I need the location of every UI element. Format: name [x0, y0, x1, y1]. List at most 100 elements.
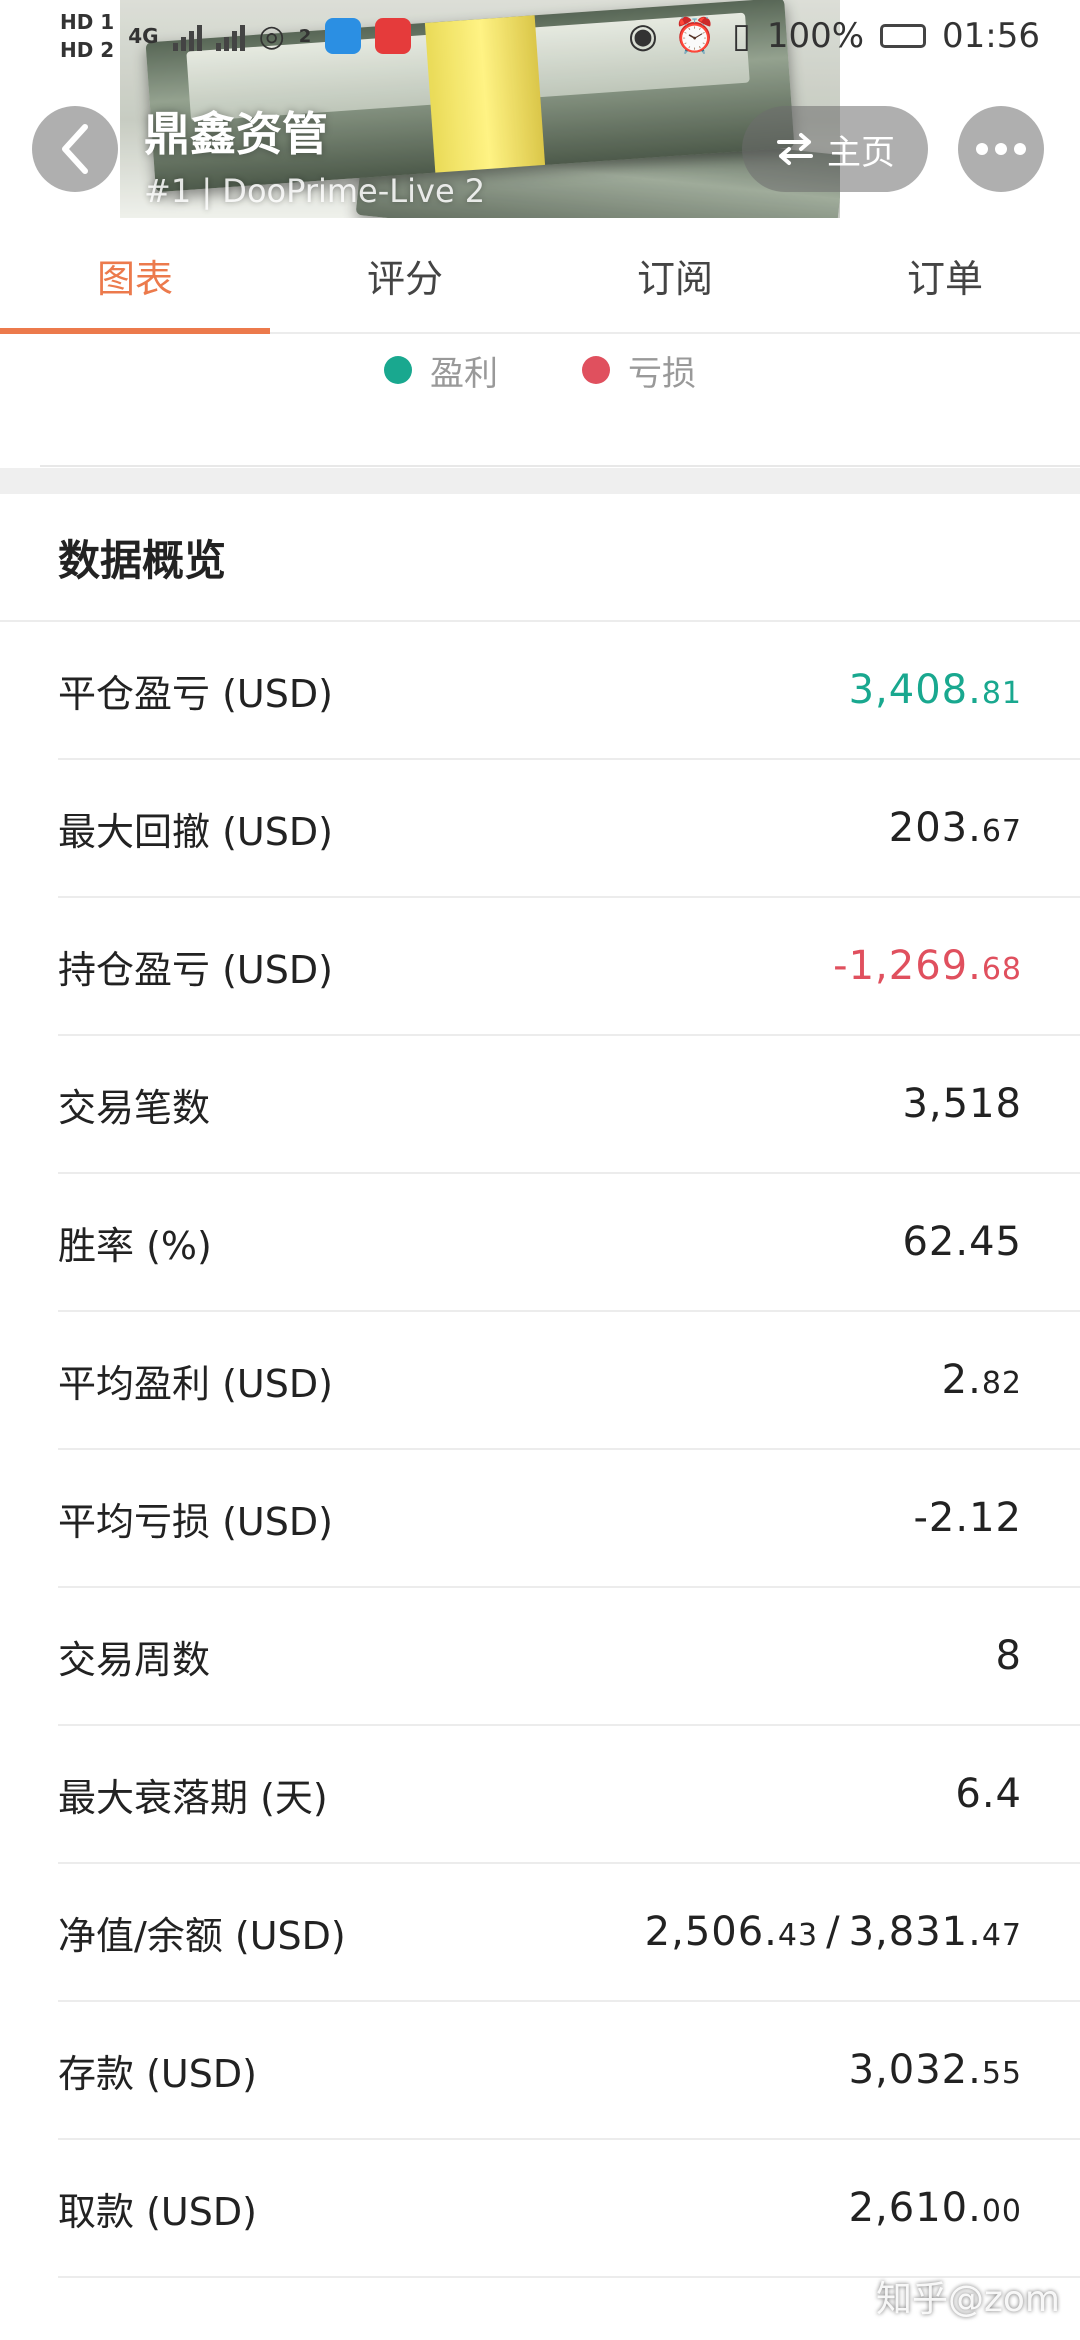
- signal-icon: [172, 21, 202, 51]
- overview-row: 交易周数 8: [58, 1588, 1080, 1726]
- swap-icon: [777, 133, 813, 165]
- overview-row-value: 2.82: [942, 1357, 1022, 1403]
- account-subtitle: #1 | DooPrime-Live 2: [144, 172, 486, 210]
- overview-row-value: 2,506.43/3,831.47: [645, 1909, 1022, 1955]
- overview-title: 数据概览: [0, 494, 1080, 622]
- overview-row-label: 平均亏损 (USD): [58, 1499, 333, 1544]
- value-integer: 2,610.: [848, 2185, 982, 2231]
- value-integer: 2,506.: [644, 1909, 778, 1955]
- value-integer: 203.: [888, 805, 982, 851]
- value-decimal: 55: [981, 2056, 1022, 2091]
- overview-row-label: 持仓盈亏 (USD): [58, 947, 333, 992]
- overview-row-value: 3,408.81: [849, 667, 1022, 713]
- network-label: 4G: [128, 24, 159, 48]
- value-integer: 8: [995, 1633, 1022, 1679]
- overview-row-label: 净值/余额 (USD): [58, 1913, 346, 1958]
- hotspot-count: 2: [298, 25, 312, 47]
- value-decimal: 67: [981, 814, 1022, 849]
- overview-row: 净值/余额 (USD) 2,506.43/3,831.47: [58, 1864, 1080, 2002]
- overview-row-label: 交易周数: [58, 1637, 211, 1682]
- back-button[interactable]: [32, 106, 118, 192]
- value-integer: -2.12: [913, 1495, 1022, 1541]
- page: HD 1 HD 2 4G ◎ 2 ◉ ⏰ ▯ 100% 01:56 鼎鑫资管 #…: [0, 0, 1080, 2340]
- section-gap: [0, 468, 1080, 494]
- overview-row: 平均亏损 (USD) -2.12: [58, 1450, 1080, 1588]
- value-decimal: 82: [981, 1366, 1022, 1401]
- value-integer: 62.45: [902, 1219, 1022, 1265]
- page-title: 鼎鑫资管: [144, 107, 328, 161]
- overview-row-value: 8: [996, 1633, 1022, 1679]
- overview-row-label: 胜率 (%): [58, 1223, 212, 1268]
- overview-row: 平均盈利 (USD) 2.82: [58, 1312, 1080, 1450]
- loss-dot: [582, 356, 610, 384]
- clock: 01:56: [942, 16, 1040, 56]
- alarm-icon: ⏰: [673, 16, 717, 56]
- tab-orders[interactable]: 订单: [810, 218, 1080, 332]
- overview-list: 平仓盈亏 (USD) 3,408.81 最大回撤 (USD) 203.67 持仓盈亏 (…: [0, 622, 1080, 2278]
- home-label: 主页: [827, 132, 895, 173]
- value-decimal: 47: [981, 1918, 1022, 1953]
- overview-row: 交易笔数 3,518: [58, 1036, 1080, 1174]
- hotspot-icon: ◎: [258, 18, 285, 54]
- tab-chart[interactable]: 图表: [0, 218, 270, 334]
- more-dot: [976, 143, 988, 155]
- value-integer: -1,269.: [833, 943, 982, 989]
- overview-row-label: 平仓盈亏 (USD): [58, 671, 333, 716]
- value-separator: /: [826, 1909, 841, 1955]
- overview-row-value: 2,610.00: [849, 2185, 1022, 2231]
- battery-percent: 100%: [766, 16, 865, 56]
- nav-row: 鼎鑫资管 #1 | DooPrime-Live 2 主页: [0, 96, 1080, 210]
- tab-subscribe[interactable]: 订阅: [540, 218, 810, 332]
- overview-row-label: 最大衰落期 (天): [58, 1775, 328, 1820]
- value-integer: 2.: [941, 1357, 982, 1403]
- home-button[interactable]: 主页: [742, 106, 928, 192]
- sim1-label: HD 1: [60, 10, 115, 34]
- overview-row: 最大衰落期 (天) 6.4: [58, 1726, 1080, 1864]
- legend-loss: 亏损: [582, 340, 696, 400]
- value-decimal: 81: [981, 676, 1022, 711]
- divider: [40, 465, 1080, 467]
- overview-row-value: 62.45: [902, 1219, 1022, 1265]
- legend-loss-label: 亏损: [628, 353, 696, 394]
- overview-row: 存款 (USD) 3,032.55: [58, 2002, 1080, 2140]
- value-decimal: 68: [981, 952, 1022, 987]
- overview-row-value: -2.12: [914, 1495, 1023, 1541]
- more-dot: [995, 143, 1007, 155]
- battery-icon: [880, 24, 927, 48]
- overview-row: 持仓盈亏 (USD) -1,269.68: [58, 898, 1080, 1036]
- overview-row-value: 203.67: [889, 805, 1022, 851]
- more-button[interactable]: [958, 106, 1044, 192]
- signal-icon: [215, 21, 245, 51]
- chart-legend: 盈利 亏损: [0, 334, 1080, 468]
- legend-profit-label: 盈利: [430, 353, 498, 394]
- tab-rating[interactable]: 评分: [270, 218, 540, 332]
- app-notification-icon: [375, 18, 412, 54]
- value-integer: 3,831.: [848, 1909, 982, 1955]
- more-dot: [1014, 143, 1026, 155]
- overview-row-label: 最大回撤 (USD): [58, 809, 333, 854]
- chevron-left-icon: [62, 124, 88, 174]
- title-block: 鼎鑫资管 #1 | DooPrime-Live 2: [144, 98, 485, 210]
- tab-bar: 图表 评分 订阅 订单: [0, 218, 1080, 334]
- value-integer: 3,032.: [848, 2047, 982, 2093]
- overview-row-label: 交易笔数: [58, 1085, 211, 1130]
- value-decimal: 43: [777, 1918, 819, 1953]
- overview-row-label: 存款 (USD): [58, 2051, 257, 2096]
- overview-row-value: -1,269.68: [833, 943, 1022, 989]
- legend-profit: 盈利: [384, 340, 498, 400]
- overview-row: 胜率 (%) 62.45: [58, 1174, 1080, 1312]
- value-integer: 3,408.: [848, 667, 982, 713]
- overview-row: 平仓盈亏 (USD) 3,408.81: [58, 622, 1080, 760]
- overview-row-label: 平均盈利 (USD): [58, 1361, 333, 1406]
- value-integer: 3,518: [902, 1081, 1022, 1127]
- overview-row-value: 6.4: [955, 1771, 1022, 1817]
- eye-icon: ◉: [628, 16, 658, 56]
- profit-dot: [384, 356, 412, 384]
- sim2-label: HD 2: [60, 38, 115, 62]
- overview-row-value: 3,032.55: [849, 2047, 1022, 2093]
- value-integer: 6.4: [955, 1771, 1022, 1817]
- app-notification-icon: [325, 18, 362, 54]
- status-bar: HD 1 HD 2 4G ◎ 2 ◉ ⏰ ▯ 100% 01:56: [0, 0, 1080, 72]
- watermark: 知乎@zom: [876, 2279, 1060, 2320]
- overview-row-value: 3,518: [902, 1081, 1022, 1127]
